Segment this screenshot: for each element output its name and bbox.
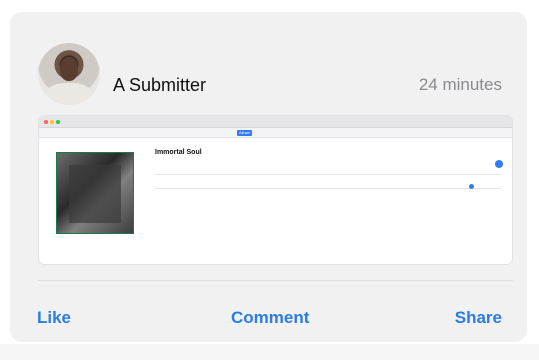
album-art-inner <box>69 165 121 223</box>
track-row-divider <box>155 188 501 189</box>
comment-button[interactable]: Comment <box>231 308 309 328</box>
track-status-icon <box>469 184 474 189</box>
share-button[interactable]: Share <box>455 308 502 328</box>
close-dot-icon <box>44 120 48 124</box>
screenshot-tabs: Album <box>237 130 268 136</box>
screenshot-titlebar <box>39 116 512 128</box>
embedded-screenshot[interactable]: Album Immortal Soul <box>38 115 513 265</box>
minimize-dot-icon <box>50 120 54 124</box>
avatar-shirt <box>46 83 92 105</box>
actions-divider <box>38 280 513 281</box>
bottom-edge <box>0 344 539 360</box>
avatar[interactable] <box>38 43 100 105</box>
album-title: Immortal Soul <box>155 149 202 156</box>
author-name[interactable]: A Submitter <box>113 75 206 96</box>
like-button[interactable]: Like <box>37 308 71 328</box>
zoom-dot-icon <box>56 120 60 124</box>
screenshot-toolbar <box>39 128 512 138</box>
track-list-divider <box>155 174 501 175</box>
download-icon <box>495 160 503 168</box>
post-time: 24 minutes <box>418 75 502 94</box>
post-card: A Submitter 24 minutes Album Immortal So… <box>10 12 527 342</box>
album-art-image <box>56 152 134 234</box>
avatar-face <box>60 57 78 81</box>
tab-album: Album <box>237 130 253 136</box>
